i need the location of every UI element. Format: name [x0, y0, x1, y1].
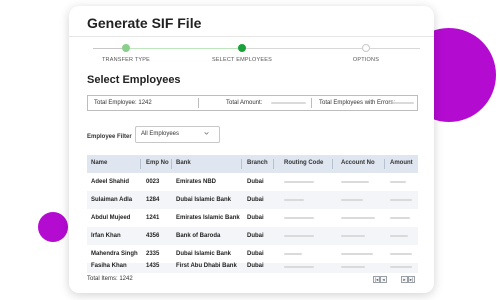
step-transfer-type-label: TRANSFER TYPE	[101, 57, 151, 63]
stepper-line	[93, 48, 122, 49]
col-header-bank[interactable]: Bank	[176, 160, 191, 166]
col-separator	[241, 159, 242, 169]
col-separator	[384, 159, 385, 169]
cell-bank: Dubai Islamic Bank	[176, 251, 232, 257]
table-row[interactable]: Sulaiman Adla 1284 Dubai Islamic Bank Du…	[87, 191, 418, 209]
cell-branch: Dubai	[247, 263, 264, 269]
cell-branch: Dubai	[247, 233, 264, 239]
amount-placeholder	[390, 217, 410, 219]
col-header-amount[interactable]: Amount	[390, 160, 413, 166]
chevron-down-icon	[204, 132, 209, 135]
cell-name: Fasiha Khan	[91, 263, 127, 269]
account-no-placeholder	[341, 235, 365, 237]
step-select-employees-label: SELECT EMPLOYEES	[212, 57, 272, 63]
cell-name: Mahendra Singh	[91, 251, 138, 257]
table-row[interactable]: Irfan Khan 4356 Bank of Baroda Dubai	[87, 227, 418, 245]
cell-emp-no: 1284	[146, 197, 160, 203]
summary-divider	[311, 98, 312, 108]
col-separator	[332, 159, 333, 169]
total-errors-label: Total Employees with Errors:	[319, 100, 396, 106]
cell-emp-no: 1435	[146, 263, 160, 269]
cell-emp-no: 4356	[146, 233, 160, 239]
account-no-placeholder	[341, 199, 363, 201]
col-header-account-no[interactable]: Account No	[341, 160, 375, 166]
col-header-name[interactable]: Name	[91, 160, 107, 166]
employee-filter-value: All Employees	[141, 131, 180, 137]
total-employee-text: Total Employee: 1242	[94, 100, 152, 106]
step-select-employees-dot[interactable]	[238, 44, 246, 52]
title-divider	[69, 36, 434, 37]
routing-code-placeholder	[284, 181, 314, 183]
cell-name: Abdul Mujeed	[91, 215, 131, 221]
next-page-icon[interactable]: ▸	[401, 276, 408, 283]
cell-name: Adeel Shahid	[91, 179, 130, 185]
table-row[interactable]: Adeel Shahid 0023 Emirates NBD Dubai	[87, 173, 418, 191]
stepper-line	[246, 48, 362, 49]
col-header-routing-code[interactable]: Routing Code	[284, 160, 323, 166]
decorative-circle-left	[38, 212, 68, 242]
col-separator	[273, 159, 274, 169]
cell-bank: First Abu Dhabi Bank	[176, 263, 237, 269]
cell-bank: Emirates Islamic Bank	[176, 215, 240, 221]
summary-bar: Total Employee: 1242 Total Amount: Total…	[87, 95, 418, 111]
first-page-icon[interactable]: |◂	[373, 276, 380, 283]
amount-placeholder	[390, 266, 412, 268]
table-row[interactable]: Fasiha Khan 1435 First Abu Dhabi Bank Du…	[87, 263, 418, 273]
cell-emp-no: 0023	[146, 179, 160, 185]
routing-code-placeholder	[284, 235, 314, 237]
stepper-line	[370, 48, 420, 49]
dialog-title: Generate SIF File	[87, 15, 202, 31]
step-options-dot[interactable]	[362, 44, 370, 52]
col-separator	[171, 159, 172, 169]
cell-name: Irfan Khan	[91, 233, 121, 239]
account-no-placeholder	[341, 217, 375, 219]
summary-divider	[198, 98, 199, 108]
table-row[interactable]: Mahendra Singh 2335 Dubai Islamic Bank D…	[87, 245, 418, 263]
employee-filter-select[interactable]: All Employees	[135, 126, 220, 143]
cell-emp-no: 2335	[146, 251, 160, 257]
col-separator	[140, 159, 141, 169]
cell-bank: Bank of Baroda	[176, 233, 221, 239]
total-items-text: Total Items: 1242	[87, 276, 133, 282]
stepper-line	[130, 48, 238, 49]
routing-code-placeholder	[284, 253, 302, 255]
account-no-placeholder	[341, 266, 365, 268]
sif-dialog: Generate SIF File TRANSFER TYPE SELECT E…	[69, 6, 434, 293]
col-header-emp-no[interactable]: Emp No	[146, 160, 169, 166]
cell-branch: Dubai	[247, 251, 264, 257]
account-no-placeholder	[341, 181, 369, 183]
total-amount-placeholder	[271, 102, 306, 104]
routing-code-placeholder	[284, 217, 314, 219]
section-title: Select Employees	[87, 74, 181, 86]
amount-placeholder	[390, 253, 412, 255]
prev-page-icon[interactable]: ◂	[380, 276, 387, 283]
amount-placeholder	[390, 181, 406, 183]
employee-filter-label: Employee Filter	[87, 134, 132, 140]
amount-placeholder	[390, 199, 412, 201]
cell-bank: Dubai Islamic Bank	[176, 197, 232, 203]
cell-emp-no: 1241	[146, 215, 160, 221]
total-amount-label: Total Amount:	[226, 100, 263, 106]
col-header-branch[interactable]: Branch	[247, 160, 268, 166]
cell-name: Sulaiman Adla	[91, 197, 133, 203]
cell-branch: Dubai	[247, 179, 264, 185]
last-page-icon[interactable]: ▸|	[408, 276, 415, 283]
routing-code-placeholder	[284, 266, 314, 268]
routing-code-placeholder	[284, 199, 304, 201]
cell-branch: Dubai	[247, 197, 264, 203]
amount-placeholder	[390, 235, 408, 237]
table-header: Name Emp No Bank Branch Routing Code Acc…	[87, 155, 418, 173]
step-options-label: OPTIONS	[352, 57, 380, 63]
cell-branch: Dubai	[247, 215, 264, 221]
total-errors-placeholder	[392, 102, 414, 104]
cell-bank: Emirates NBD	[176, 179, 217, 185]
account-no-placeholder	[341, 253, 373, 255]
table-row[interactable]: Abdul Mujeed 1241 Emirates Islamic Bank …	[87, 209, 418, 227]
step-transfer-type-dot[interactable]	[122, 44, 130, 52]
